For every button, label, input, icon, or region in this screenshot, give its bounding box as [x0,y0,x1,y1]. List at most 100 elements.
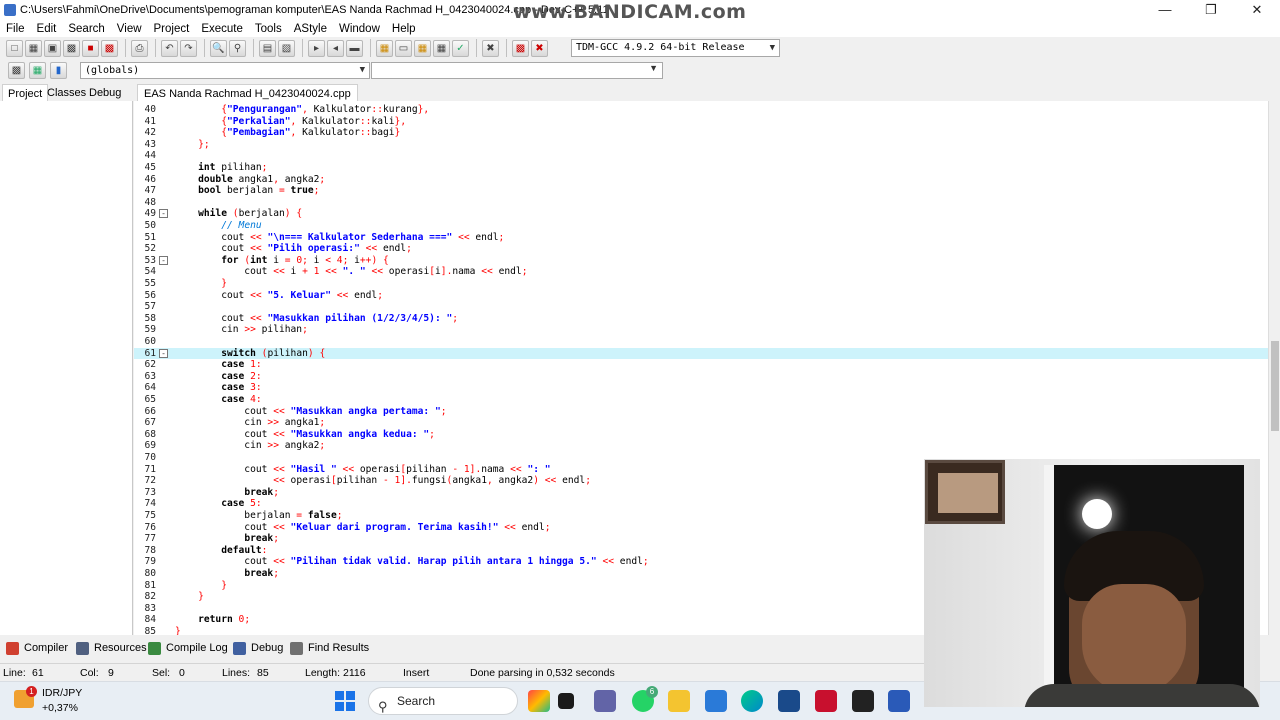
insert-icon[interactable]: ▩ [8,62,25,79]
profile-icon[interactable]: ▩ [512,39,529,57]
menu-search[interactable]: Search [62,23,110,35]
code-line[interactable]: 56 cout << "5. Keluar" << endl; [134,290,1268,302]
tab-find-results[interactable]: Find Results [290,640,369,657]
code-line[interactable]: 63 case 2: [134,371,1268,383]
code-line[interactable]: 68 cout << "Masukkan angka kedua: "; [134,429,1268,441]
store-icon[interactable] [705,690,727,712]
code-line[interactable]: 45 int pilihan; [134,162,1268,174]
menu-execute[interactable]: Execute [195,23,249,35]
mcafee-icon[interactable] [815,690,837,712]
menu-project[interactable]: Project [148,23,196,35]
compile-run-icon[interactable]: ▦ [414,39,431,57]
compile-icon[interactable]: ▦ [376,39,393,57]
code-line[interactable]: 59 cin >> pilihan; [134,324,1268,336]
print-icon[interactable]: ⎙ [131,39,148,57]
tab-compiler[interactable]: Compiler [6,640,68,657]
code-line[interactable]: 42 {"Pembagian", Kalkulator::bagi} [134,127,1268,139]
redo-icon[interactable]: ↷ [180,39,197,57]
replace-icon[interactable]: ⚲ [229,39,246,57]
bookmark-icon[interactable]: ▧ [278,39,295,57]
syntax-check-icon[interactable]: ✓ [452,39,469,57]
file-tab[interactable]: EAS Nanda Rachmad H_0423040024.cpp [137,84,358,102]
goto-bookmark-icon[interactable]: ▮ [50,62,67,79]
open-file-icon[interactable]: ▦ [25,39,42,57]
toggle-bookmark-icon[interactable]: ▦ [29,62,46,79]
code-line[interactable]: 50 // Menu [134,220,1268,232]
close-file-icon[interactable]: ■ [82,39,99,57]
code-line[interactable]: 48 [134,197,1268,209]
code-line[interactable]: 53- for (int i = 0; i < 4; i++) { [134,255,1268,267]
minimize-button[interactable]: — [1142,0,1188,20]
close-button[interactable]: ✕ [1234,0,1280,20]
code-line[interactable]: 65 case 4: [134,394,1268,406]
code-line[interactable]: 54 cout << i + 1 << ". " << operasi[i].n… [134,266,1268,278]
line-number: 68 [144,428,156,440]
code-line[interactable]: 69 cin >> angka2; [134,440,1268,452]
code-line[interactable]: 57 [134,301,1268,313]
code-line[interactable]: 62 case 1: [134,359,1268,371]
scrollbar-thumb[interactable] [1271,341,1279,431]
menu-window[interactable]: Window [333,23,386,35]
editor-scrollbar[interactable] [1268,101,1280,635]
taskbar-search[interactable]: ⚲ Search [368,687,518,715]
fold-toggle-icon[interactable]: - [159,209,168,219]
compiler-select[interactable]: TDM-GCC 4.9.2 64-bit Release ▼ [571,39,780,57]
undo-icon[interactable]: ↶ [161,39,178,57]
code-line[interactable]: 52 cout << "Pilih operasi:" << endl; [134,243,1268,255]
unindent-icon[interactable]: ◂ [327,39,344,57]
function-select[interactable]: ▼ [371,62,663,79]
code-line[interactable]: 41 {"Perkalian", Kalkulator::kali}, [134,116,1268,128]
menu-tools[interactable]: Tools [249,23,288,35]
devcpp-taskbar-icon[interactable] [888,690,910,712]
code-line[interactable]: 55 } [134,278,1268,290]
windows-start-icon[interactable] [335,691,355,711]
menu-edit[interactable]: Edit [31,23,63,35]
new-file-icon[interactable]: □ [6,39,23,57]
code-line[interactable]: 60 [134,336,1268,348]
run-icon[interactable]: ▭ [395,39,412,57]
dropbox-icon[interactable] [852,690,874,712]
code-line[interactable]: 67 cin >> angka1; [134,417,1268,429]
edge-icon[interactable] [741,690,763,712]
menu-astyle[interactable]: AStyle [288,23,333,35]
file-explorer-icon[interactable] [668,690,690,712]
toggle-comment-icon[interactable]: ▬ [346,39,363,57]
code-line[interactable]: 66 cout << "Masukkan angka pertama: "; [134,406,1268,418]
stop-execution-icon[interactable]: ✖ [482,39,499,57]
find-icon[interactable]: 🔍 [210,39,227,57]
code-line[interactable]: 46 double angka1, angka2; [134,174,1268,186]
goto-line-icon[interactable]: ▤ [259,39,276,57]
project-panel[interactable] [0,101,133,635]
scope-select[interactable]: (globals) ▼ [80,62,370,79]
rebuild-all-icon[interactable]: ▦ [433,39,450,57]
fold-toggle-icon[interactable]: - [159,348,168,358]
tab-compile-log[interactable]: Compile Log [148,640,228,657]
code-line[interactable]: 64 case 3: [134,382,1268,394]
code-line[interactable]: 44 [134,150,1268,162]
save-icon[interactable]: ▣ [44,39,61,57]
tab-debug-output[interactable]: Debug [233,640,283,657]
indent-icon[interactable]: ▸ [308,39,325,57]
code-line[interactable]: 47 bool berjalan = true; [134,185,1268,197]
ticker-pair[interactable]: IDR/JPY [42,687,82,699]
tab-debug[interactable]: Debug [84,84,126,102]
code-line[interactable]: 51 cout << "\n=== Kalkulator Sederhana =… [134,232,1268,244]
menu-help[interactable]: Help [386,23,422,35]
menu-file[interactable]: File [0,23,31,35]
multicolor-app-icon[interactable] [528,690,550,712]
tab-resources[interactable]: Resources [76,640,147,657]
maximize-button[interactable]: ❐ [1188,0,1234,20]
chat-icon[interactable] [594,690,616,712]
task-view-icon[interactable] [558,693,574,709]
fold-toggle-icon[interactable]: - [159,255,168,265]
code-line[interactable]: 49- while (berjalan) { [134,208,1268,220]
l-app-icon[interactable] [778,690,800,712]
delete-profile-icon[interactable]: ✖ [531,39,548,57]
close-all-icon[interactable]: ▩ [101,39,118,57]
code-line[interactable]: 43 }; [134,139,1268,151]
code-line[interactable]: 40 {"Pengurangan", Kalkulator::kurang}, [134,104,1268,116]
code-line[interactable]: 58 cout << "Masukkan pilihan (1/2/3/4/5)… [134,313,1268,325]
save-all-icon[interactable]: ▩ [63,39,80,57]
code-line[interactable]: 61- switch (pilihan) { [134,347,1268,360]
menu-view[interactable]: View [111,23,148,35]
